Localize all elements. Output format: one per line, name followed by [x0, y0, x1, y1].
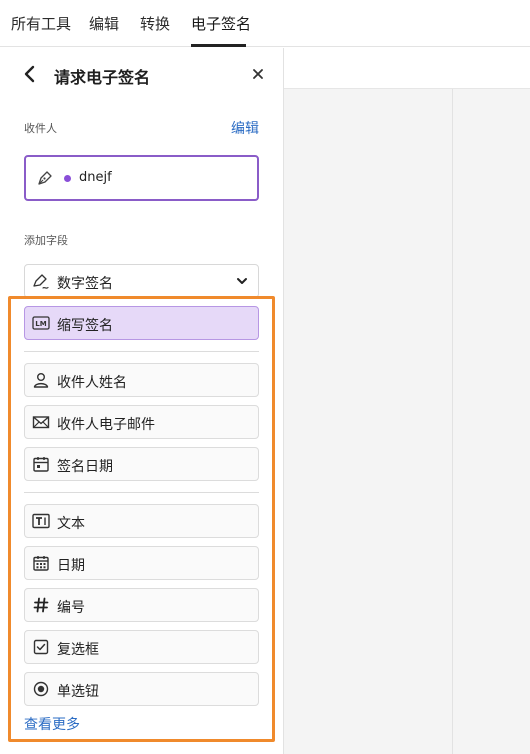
back-arrow-icon[interactable]	[20, 64, 40, 84]
person-icon	[32, 371, 50, 389]
signature-type-dropdown[interactable]: 数字签名	[24, 264, 259, 298]
checkbox-icon	[32, 638, 50, 656]
hash-icon	[32, 596, 50, 614]
tab-e-sign[interactable]: 电子签名	[191, 13, 251, 34]
field-label: 签名日期	[57, 459, 113, 475]
recipient-color-dot	[64, 175, 71, 182]
field-label: 日期	[57, 558, 85, 574]
svg-text:LM: LM	[35, 320, 46, 328]
field-date[interactable]: 日期	[24, 546, 259, 580]
field-label: 收件人电子邮件	[57, 417, 155, 433]
field-label: 单选钮	[57, 684, 99, 700]
active-tab-underline	[191, 44, 246, 47]
chevron-down-icon	[237, 278, 247, 284]
divider	[24, 492, 259, 493]
document-canvas[interactable]	[284, 89, 530, 754]
field-label: 复选框	[57, 642, 99, 658]
divider	[24, 351, 259, 352]
signature-pen-icon	[33, 274, 49, 289]
field-recipient-email[interactable]: 收件人电子邮件	[24, 405, 259, 439]
field-signing-date[interactable]: 签名日期	[24, 447, 259, 481]
recipients-label: 收件人	[24, 122, 57, 135]
field-recipient-name[interactable]: 收件人姓名	[24, 363, 259, 397]
text-field-icon	[32, 512, 50, 530]
document-page-edge	[452, 89, 453, 754]
recipient-selector[interactable]: dnejf	[24, 155, 259, 201]
close-icon[interactable]	[250, 66, 266, 82]
edit-recipients-link[interactable]: 编辑	[231, 118, 259, 138]
tab-all-tools[interactable]: 所有工具	[11, 13, 71, 34]
calendar-icon	[32, 455, 50, 473]
field-label: 缩写签名	[57, 318, 113, 334]
field-initials[interactable]: LM 缩写签名	[24, 306, 259, 340]
field-text[interactable]: 文本	[24, 504, 259, 538]
field-checkbox[interactable]: 复选框	[24, 630, 259, 664]
field-label: 收件人姓名	[57, 375, 127, 391]
panel-title: 请求电子签名	[54, 68, 151, 87]
radio-icon	[32, 680, 50, 698]
envelope-icon	[32, 413, 50, 431]
recipient-name: dnejf	[79, 170, 112, 185]
add-fields-label: 添加字段	[24, 234, 68, 247]
field-number[interactable]: 编号	[24, 588, 259, 622]
pen-nib-icon	[38, 171, 52, 185]
tab-edit[interactable]: 编辑	[89, 13, 119, 34]
see-more-link[interactable]: 查看更多	[24, 714, 80, 734]
field-label: 编号	[57, 600, 85, 616]
dropdown-label: 数字签名	[57, 276, 113, 292]
field-radio[interactable]: 单选钮	[24, 672, 259, 706]
date-grid-icon	[32, 554, 50, 572]
canvas-toolbar	[284, 48, 530, 89]
initials-icon: LM	[32, 314, 50, 332]
field-label: 文本	[57, 516, 85, 532]
tab-convert[interactable]: 转换	[140, 13, 170, 34]
top-nav: 所有工具 编辑 转换 电子签名	[0, 0, 530, 47]
